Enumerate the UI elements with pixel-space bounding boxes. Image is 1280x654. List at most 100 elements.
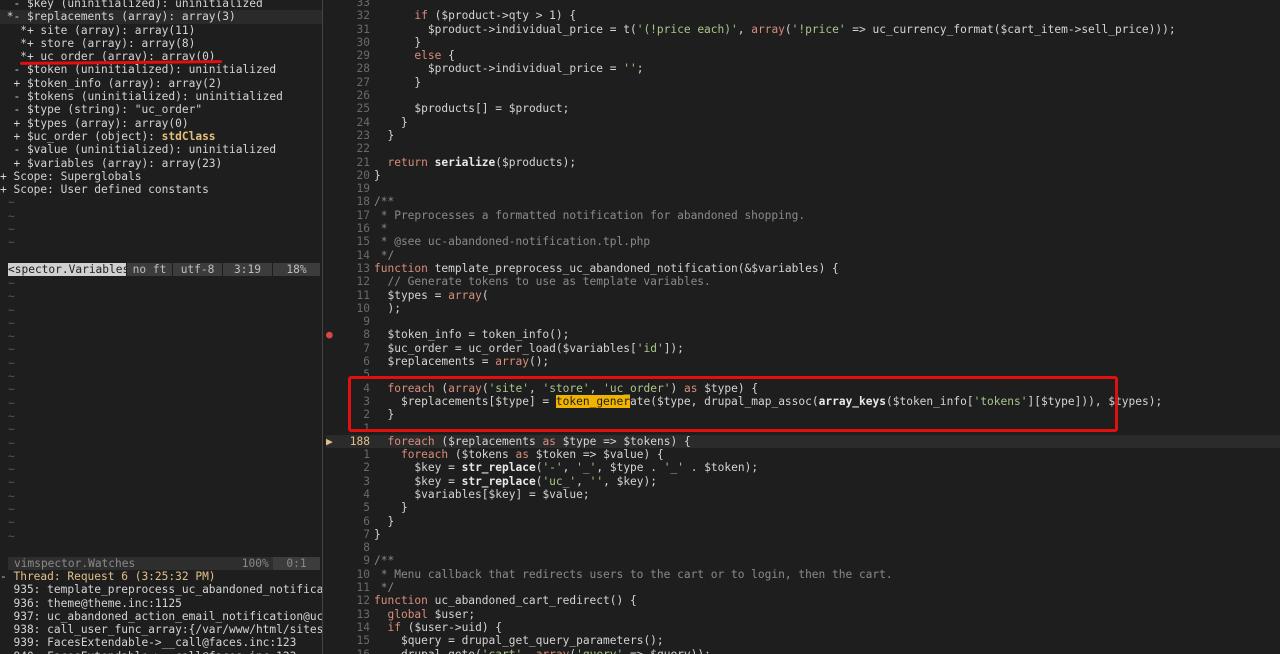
- code-line[interactable]: 23 }: [326, 129, 1280, 142]
- watches-pane[interactable]: ~ ~ ~ ~ ~ ~ ~ ~ ~ ~ ~ ~ ~ ~ ~ ~ ~ ~ ~ ~: [0, 277, 322, 543]
- code-line[interactable]: 29 else {: [326, 49, 1280, 62]
- code-text: }: [374, 128, 395, 142]
- variable-row[interactable]: + $token_info (array): array(2): [0, 77, 322, 90]
- empty-line-marker: ~: [8, 209, 15, 223]
- code-text: $query = drupal_get_query_parameters();: [400, 634, 664, 648]
- code-line[interactable]: 28 $product->individual_price = '';: [326, 62, 1280, 75]
- code-line[interactable]: 13 global $user;: [326, 608, 1280, 621]
- variable-row[interactable]: + $uc_order (object): stdClass: [0, 130, 322, 143]
- code-line[interactable]: 12 // Generate tokens to use as template…: [326, 275, 1280, 288]
- line-number: 17: [356, 208, 370, 222]
- stack-frame[interactable]: 937: uc_abandoned_action_email_notificat…: [0, 610, 322, 623]
- code-line[interactable]: 5 }: [326, 501, 1280, 514]
- statusbar-buffer-name: <spector.Variables: [8, 263, 130, 276]
- code-line[interactable]: 11 $types = array(: [326, 289, 1280, 302]
- code-line[interactable]: 15 * @see uc-abandoned-notification.tpl.…: [326, 235, 1280, 248]
- line-number: 14: [356, 248, 370, 262]
- code-line[interactable]: 14 */: [326, 249, 1280, 262]
- empty-line-marker: ~: [8, 463, 15, 477]
- code-line[interactable]: 30 }: [326, 36, 1280, 49]
- code-line[interactable]: 10 * Menu callback that redirects users …: [326, 568, 1280, 581]
- code-line[interactable]: 14 if ($user->uid) {: [326, 621, 1280, 634]
- code-line[interactable]: 6 $replacements = array();: [326, 355, 1280, 368]
- code-line[interactable]: 32 if ($product->qty > 1) {: [326, 9, 1280, 22]
- thread-item[interactable]: - Thread: Request 6 (3:25:32 PM): [0, 570, 322, 583]
- variable-row[interactable]: - $key (uninitialized): uninitialized: [0, 0, 322, 10]
- code-line[interactable]: 21 return serialize($products);: [326, 156, 1280, 169]
- code-line[interactable]: 17 * Preprocesses a formatted notificati…: [326, 209, 1280, 222]
- code-editor[interactable]: 33 32 if ($product->qty > 1) {31 $product…: [326, 0, 1280, 654]
- code-line[interactable]: 18 /**: [326, 195, 1280, 208]
- code-line[interactable]: 7 $uc_order = uc_order_load($variables['…: [326, 342, 1280, 355]
- variable-row[interactable]: + $types (array): array(0): [0, 117, 322, 130]
- line-number: 7: [363, 527, 370, 541]
- variable-row[interactable]: *- $replacements (array): array(3): [0, 10, 322, 24]
- code-line[interactable]: 9 /**: [326, 554, 1280, 567]
- line-number: 28: [356, 62, 370, 76]
- stack-frame[interactable]: 935: template_preprocess_uc_abandoned_no…: [0, 583, 322, 596]
- code-line[interactable]: 16 drupal_goto('cart', array('query' => …: [326, 648, 1280, 654]
- code-line[interactable]: 6 }: [326, 515, 1280, 528]
- code-text: */: [374, 581, 395, 595]
- code-text: return serialize($products);: [387, 155, 577, 169]
- code-line[interactable]: 22: [326, 142, 1280, 155]
- code-line[interactable]: 4 $variables[$key] = $value;: [326, 488, 1280, 501]
- code-line[interactable]: 13 function template_preprocess_uc_abando…: [326, 262, 1280, 275]
- code-line[interactable]: 3 $key = str_replace('uc_', '', $key);: [326, 475, 1280, 488]
- code-line[interactable]: 2 $key = str_replace('-', '_', $type . '…: [326, 461, 1280, 474]
- variables-pane[interactable]: - $key (uninitialized): uninitialized *-…: [0, 0, 322, 250]
- variable-row[interactable]: *+ store (array): array(8): [0, 37, 322, 50]
- line-number: 24: [356, 115, 370, 129]
- code-text: if ($user->uid) {: [387, 620, 503, 634]
- variable-row[interactable]: + Scope: User defined constants: [0, 183, 322, 196]
- variable-row[interactable]: + Scope: Superglobals: [0, 170, 322, 183]
- empty-line-marker: ~: [8, 489, 15, 503]
- window-separator[interactable]: [322, 0, 323, 654]
- breakpoint-icon[interactable]: ●: [326, 328, 336, 341]
- stack-frame[interactable]: 940: FacesExtendable->__call@faces.inc:1…: [0, 650, 322, 654]
- variable-row[interactable]: - $type (string): "uc_order": [0, 103, 322, 116]
- variable-row[interactable]: - $tokens (uninitialized): uninitialized: [0, 90, 322, 103]
- stack-trace-pane[interactable]: - Thread: Request 6 (3:25:32 PM) 935: te…: [0, 570, 322, 654]
- code-line[interactable]: 20}: [326, 169, 1280, 182]
- code-line[interactable]: 16 *: [326, 222, 1280, 235]
- object-class-label: stdClass: [161, 129, 216, 143]
- code-line[interactable]: 12 function uc_abandoned_cart_redirect() …: [326, 594, 1280, 607]
- variable-row[interactable]: *+ site (array): array(11): [0, 24, 322, 37]
- code-text: function uc_abandoned_cart_redirect() {: [374, 594, 637, 608]
- code-line[interactable]: 31 $product->individual_price = t('(!pri…: [326, 23, 1280, 36]
- code-line[interactable]: 24 }: [326, 116, 1280, 129]
- stack-frame[interactable]: 936: theme@theme.inc:1125: [0, 597, 322, 610]
- code-line[interactable]: 19: [326, 182, 1280, 195]
- current-line-icon[interactable]: ▶: [326, 435, 336, 448]
- code-line[interactable]: 26: [326, 89, 1280, 102]
- code-line[interactable]: 7}: [326, 528, 1280, 541]
- code-text: global $user;: [387, 607, 476, 621]
- code-text: $uc_order = uc_order_load($variables['id…: [387, 341, 684, 355]
- code-line[interactable]: 33: [326, 0, 1280, 9]
- variable-row[interactable]: + $variables (array): array(23): [0, 157, 322, 170]
- line-number: 25: [356, 102, 370, 116]
- line-number: 13: [356, 607, 370, 621]
- line-number: 27: [356, 75, 370, 89]
- code-text: drupal_goto('cart', array('query' => $qu…: [374, 648, 711, 654]
- code-line[interactable]: 11 */: [326, 581, 1280, 594]
- code-line[interactable]: ● 8 $token_info = token_info();: [326, 328, 1280, 341]
- stack-frame[interactable]: 938: call_user_func_array:{/var/www/html…: [0, 623, 322, 636]
- stack-frame[interactable]: 939: FacesExtendable->__call@faces.inc:1…: [0, 636, 322, 649]
- code-line[interactable]: 27 }: [326, 76, 1280, 89]
- variable-row[interactable]: - $value (uninitialized): uninitialized: [0, 143, 322, 156]
- line-number: 4: [363, 487, 370, 501]
- code-text: /**: [374, 195, 395, 209]
- code-line[interactable]: 1 foreach ($tokens as $token => $value) …: [326, 448, 1280, 461]
- variable-row[interactable]: - $token (uninitialized): uninitialized: [0, 63, 322, 76]
- code-line[interactable]: 10 );: [326, 302, 1280, 315]
- line-number: 8: [363, 541, 370, 555]
- code-line[interactable]: 9: [326, 315, 1280, 328]
- line-number: 29: [356, 49, 370, 63]
- line-number: 188: [349, 434, 370, 448]
- code-line[interactable]: 25 $products[] = $product;: [326, 102, 1280, 115]
- code-line[interactable]: 15 $query = drupal_get_query_parameters(…: [326, 634, 1280, 647]
- code-line[interactable]: 8: [326, 541, 1280, 554]
- code-line[interactable]: ▶ 188 foreach ($replacements as $type => …: [326, 434, 1280, 449]
